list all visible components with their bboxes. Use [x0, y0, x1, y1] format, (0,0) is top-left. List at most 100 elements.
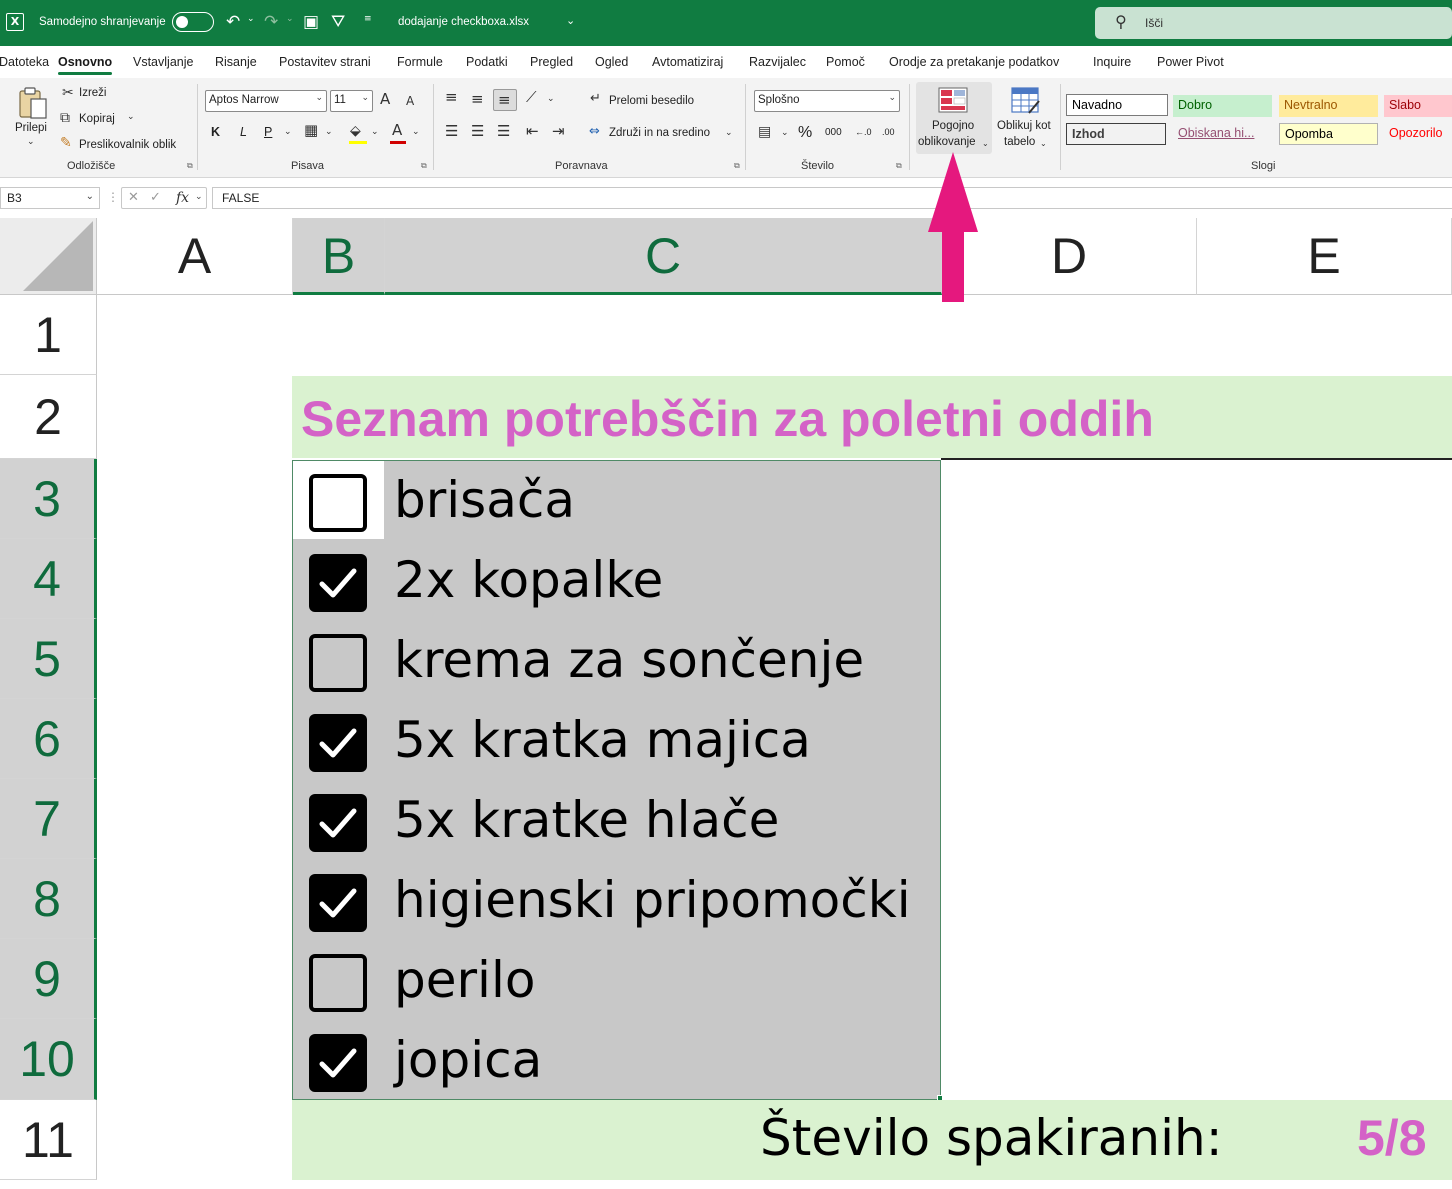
- list-item-label[interactable]: 2x kopalke: [394, 550, 663, 610]
- list-item-label[interactable]: 5x kratke hlače: [394, 790, 779, 850]
- merge-center-icon[interactable]: ⇔: [589, 125, 600, 138]
- select-all-button[interactable]: [0, 218, 97, 295]
- checkbox-2x-kopalke[interactable]: [309, 554, 367, 612]
- grow-font-icon[interactable]: A: [380, 92, 390, 107]
- redo-icon[interactable]: ↷: [264, 12, 278, 32]
- row-header-2[interactable]: 2: [0, 375, 97, 459]
- accounting-format-icon[interactable]: ▤: [758, 125, 771, 139]
- format-as-table-label-2[interactable]: tabelo: [1004, 136, 1035, 148]
- borders-dropdown-icon[interactable]: ⌄: [325, 128, 333, 137]
- row-header-1[interactable]: 1: [0, 295, 97, 375]
- checkbox-krema-za-soncenje[interactable]: [309, 634, 367, 692]
- tab-inquire[interactable]: Inquire: [1093, 55, 1131, 69]
- row-header-5[interactable]: 5: [0, 619, 97, 699]
- formula-bar-grip-icon[interactable]: ⋮: [107, 190, 119, 204]
- tab-avtomatiziraj[interactable]: Avtomatiziraj: [652, 55, 723, 69]
- font-color-icon[interactable]: A: [392, 123, 402, 138]
- merge-center-button[interactable]: Združi in na sredino: [609, 127, 710, 139]
- checkbox-perilo[interactable]: [309, 954, 367, 1012]
- underline-dropdown-icon[interactable]: ⌄: [284, 128, 292, 137]
- insert-function-icon[interactable]: fx: [176, 190, 189, 206]
- tab-vstavljanje[interactable]: Vstavljanje: [133, 55, 193, 69]
- checkbox-higienski-pripomocki[interactable]: [309, 874, 367, 932]
- search-box[interactable]: ⚲ Išči: [1095, 7, 1452, 39]
- filter-icon[interactable]: ⛛: [331, 12, 345, 32]
- row-header-6[interactable]: 6: [0, 699, 97, 779]
- name-box[interactable]: B3 ⌄: [0, 187, 100, 209]
- cell-style-neutral[interactable]: Nevtralno: [1279, 95, 1378, 117]
- font-color-dropdown-icon[interactable]: ⌄: [412, 128, 420, 137]
- cell-style-followed-hyperlink[interactable]: Obiskana hi...: [1173, 123, 1272, 145]
- cell-style-warning[interactable]: Opozorilo: [1384, 123, 1452, 145]
- tab-risanje[interactable]: Risanje: [215, 55, 257, 69]
- list-item-label[interactable]: krema za sončenje: [394, 630, 864, 690]
- list-title[interactable]: Seznam potrebščin za poletni oddih: [301, 390, 1154, 448]
- align-left-icon[interactable]: ☰: [445, 124, 458, 139]
- decrease-indent-icon[interactable]: ⇤: [526, 124, 539, 139]
- cell-style-good[interactable]: Dobro: [1173, 95, 1272, 117]
- merge-dropdown-icon[interactable]: ⌄: [725, 129, 733, 138]
- tab-podatki[interactable]: Podatki: [466, 55, 508, 69]
- checkbox-5x-kratke-hlace[interactable]: [309, 794, 367, 852]
- row-header-7[interactable]: 7: [0, 779, 97, 859]
- file-name-chevron-icon[interactable]: ⌄: [566, 14, 575, 27]
- orientation-dropdown-icon[interactable]: ⌄: [547, 95, 555, 104]
- enter-icon[interactable]: ✓: [150, 190, 161, 205]
- save-icon[interactable]: ▣: [303, 12, 319, 32]
- font-name-select[interactable]: Aptos Narrow ⌄: [205, 90, 327, 112]
- orientation-icon[interactable]: ⟋: [526, 90, 537, 105]
- copy-icon[interactable]: ⧉: [60, 111, 70, 125]
- column-header-d[interactable]: D: [942, 218, 1197, 295]
- bold-button[interactable]: K: [211, 125, 220, 139]
- checkbox-brisaca[interactable]: [309, 474, 367, 532]
- borders-icon[interactable]: ▦: [304, 123, 318, 138]
- list-item-label[interactable]: higienski pripomočki: [394, 870, 911, 930]
- cancel-icon[interactable]: ✕: [128, 190, 139, 205]
- italic-button[interactable]: L: [240, 125, 247, 139]
- list-item-label[interactable]: brisača: [394, 470, 575, 530]
- cell-style-output[interactable]: Izhod: [1066, 123, 1166, 145]
- number-format-select[interactable]: Splošno ⌄: [754, 90, 900, 112]
- increase-decimal-button[interactable]: ←.0: [855, 127, 872, 137]
- copy-button[interactable]: Kopiraj: [79, 113, 115, 125]
- checkbox-jopica[interactable]: [309, 1034, 367, 1092]
- undo-dropdown-icon[interactable]: ⌄: [247, 14, 255, 24]
- number-launcher-icon[interactable]: ⧉: [896, 161, 902, 171]
- column-header-a[interactable]: A: [97, 218, 293, 295]
- checkbox-5x-kratka-majica[interactable]: [309, 714, 367, 772]
- fill-color-dropdown-icon[interactable]: ⌄: [371, 128, 379, 137]
- autosave-toggle[interactable]: [172, 12, 214, 32]
- tab-ogled[interactable]: Ogled: [595, 55, 628, 69]
- packed-count-label[interactable]: Število spakiranih:: [760, 1108, 1223, 1168]
- column-header-c[interactable]: C: [385, 218, 942, 295]
- paste-icon[interactable]: [18, 86, 48, 120]
- column-header-e[interactable]: E: [1197, 218, 1452, 295]
- align-bottom-button[interactable]: ≡: [493, 89, 517, 111]
- formula-input[interactable]: FALSE: [212, 187, 1452, 209]
- font-launcher-icon[interactable]: ⧉: [421, 161, 427, 171]
- wrap-text-button[interactable]: Prelomi besedilo: [609, 95, 694, 107]
- cut-icon[interactable]: ✂: [62, 86, 74, 100]
- comma-style-button[interactable]: 000: [825, 127, 842, 138]
- format-as-table-icon[interactable]: [1011, 87, 1041, 115]
- align-right-icon[interactable]: ☰: [497, 124, 510, 139]
- row-header-4[interactable]: 4: [0, 539, 97, 619]
- tab-osnovno[interactable]: Osnovno: [58, 55, 113, 75]
- tab-pregled[interactable]: Pregled: [530, 55, 573, 69]
- align-center-icon[interactable]: ☰: [471, 124, 484, 139]
- cell-style-normal[interactable]: Navadno: [1066, 94, 1168, 116]
- paste-button[interactable]: Prilepi: [15, 122, 47, 134]
- packed-count-value[interactable]: 5/8: [1357, 1108, 1427, 1168]
- clipboard-launcher-icon[interactable]: ⧉: [187, 161, 193, 171]
- shrink-font-icon[interactable]: A: [406, 95, 414, 107]
- tab-datoteka[interactable]: Datoteka: [0, 55, 49, 69]
- font-size-select[interactable]: 11 ⌄: [330, 90, 373, 112]
- format-painter-icon[interactable]: ✎: [60, 136, 72, 150]
- row-header-3[interactable]: 3: [0, 459, 97, 539]
- tab-postavitev-strani[interactable]: Postavitev strani: [279, 55, 371, 69]
- file-name[interactable]: dodajanje checkboxa.xlsx: [398, 16, 529, 28]
- row-header-11[interactable]: 11: [0, 1100, 97, 1180]
- undo-icon[interactable]: ↶: [226, 12, 240, 32]
- redo-dropdown-icon[interactable]: ⌄: [286, 14, 294, 24]
- format-as-table-dropdown-icon[interactable]: ⌄: [1040, 140, 1047, 148]
